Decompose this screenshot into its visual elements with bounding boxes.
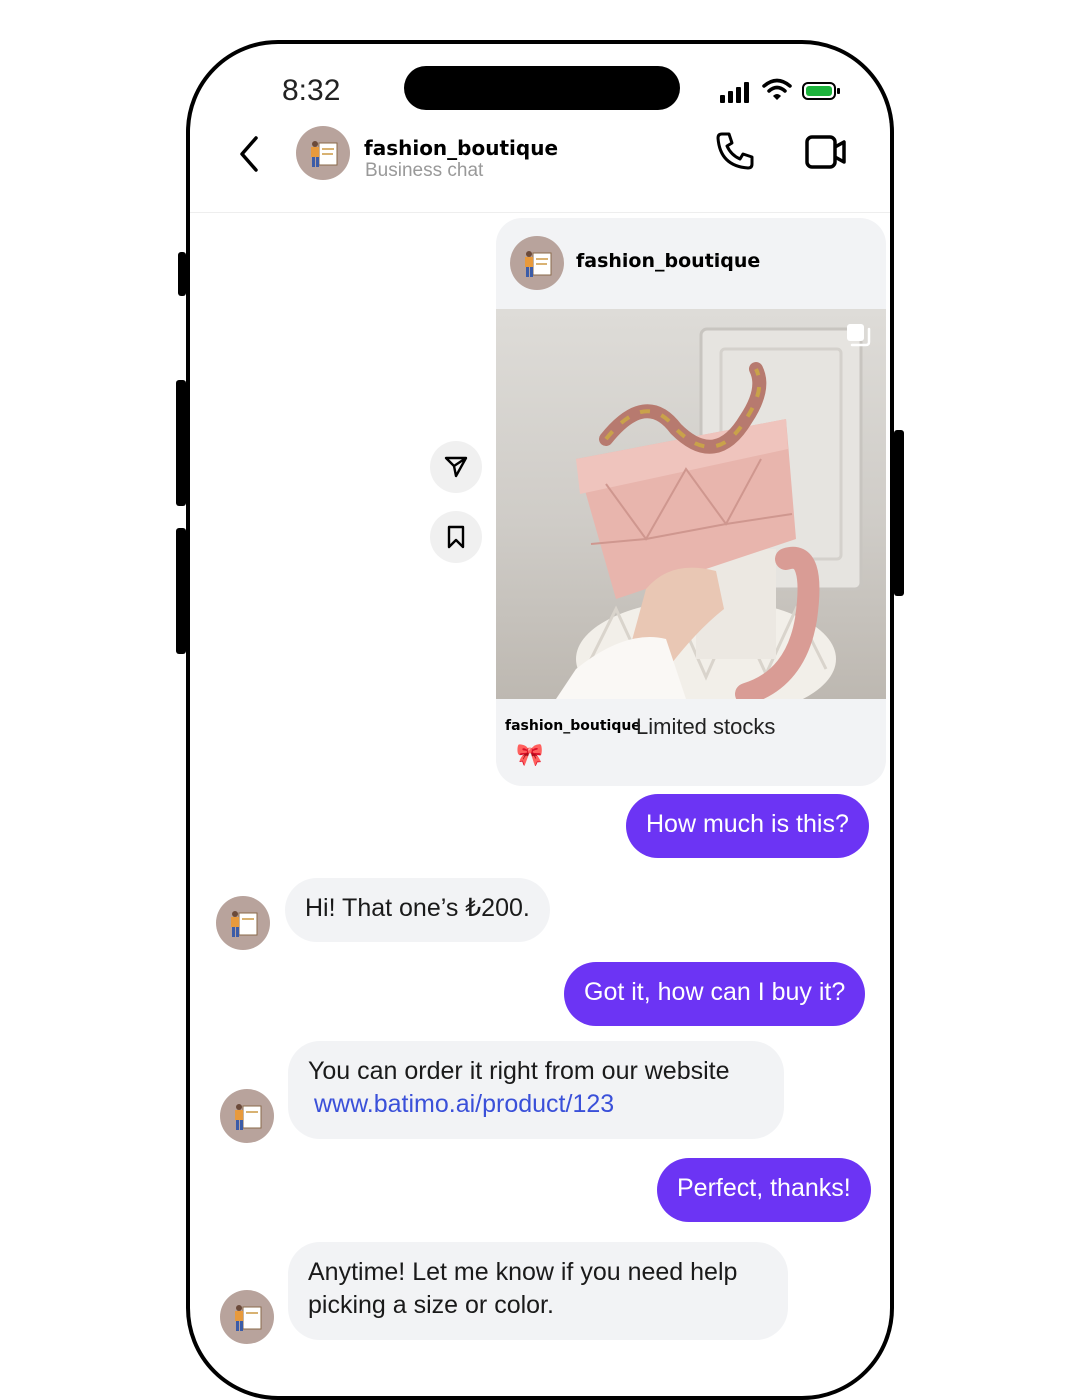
product-link[interactable]: www.batimo.ai/product/123 [308, 1088, 764, 1121]
chat-subtitle: Business chat [365, 160, 484, 181]
chat-title[interactable]: fashion_boutique [364, 136, 558, 160]
dynamic-island [404, 66, 680, 110]
mute-switch [178, 252, 186, 296]
volume-down-button [176, 528, 186, 654]
share-button[interactable] [430, 441, 482, 493]
message-outgoing[interactable]: How much is this? [626, 794, 869, 858]
save-button[interactable] [430, 511, 482, 563]
phone-frame: 8:32 fashion_boutique Business chat fash… [186, 40, 894, 1400]
header-avatar[interactable] [296, 126, 350, 180]
phone-icon[interactable] [714, 130, 756, 172]
message-outgoing[interactable]: Perfect, thanks! [657, 1158, 871, 1222]
contact-avatar[interactable] [216, 896, 270, 950]
post-caption: Limited stocks [636, 714, 776, 739]
wifi-icon [762, 78, 792, 100]
contact-avatar[interactable] [220, 1290, 274, 1344]
save-icon [447, 525, 465, 549]
power-button [894, 430, 904, 596]
share-icon [444, 456, 468, 478]
volume-up-button [176, 380, 186, 506]
message-incoming[interactable]: Anytime! Let me know if you need help pi… [288, 1242, 788, 1340]
battery-icon [802, 82, 840, 100]
ribbon-emoji: 🎀 [516, 742, 544, 767]
carousel-icon [847, 324, 871, 347]
status-time: 8:32 [282, 74, 341, 107]
caption-username[interactable]: fashion_boutique [505, 718, 641, 734]
message-incoming[interactable]: Hi! That one’s ₺200. [285, 878, 550, 942]
shared-post[interactable]: fashion_boutique fashion_boutique Limite… [496, 218, 886, 786]
message-outgoing[interactable]: Got it, how can I buy it? [564, 962, 866, 1026]
message-incoming[interactable]: You can order it right from our website … [288, 1041, 784, 1139]
post-username[interactable]: fashion_boutique [576, 250, 760, 272]
post-image[interactable] [496, 309, 886, 699]
message-text: You can order it right from our website [308, 1057, 730, 1085]
contact-avatar[interactable] [220, 1089, 274, 1143]
signal-icon [720, 81, 752, 103]
chat-header: fashion_boutique Business chat [190, 120, 890, 213]
post-avatar[interactable] [510, 236, 564, 290]
video-camera-icon[interactable] [804, 132, 848, 172]
message-text-line-2: picking a size or color. [308, 1291, 554, 1319]
message-text-line-1: Anytime! Let me know if you need help [308, 1258, 738, 1286]
back-icon[interactable] [236, 132, 266, 176]
